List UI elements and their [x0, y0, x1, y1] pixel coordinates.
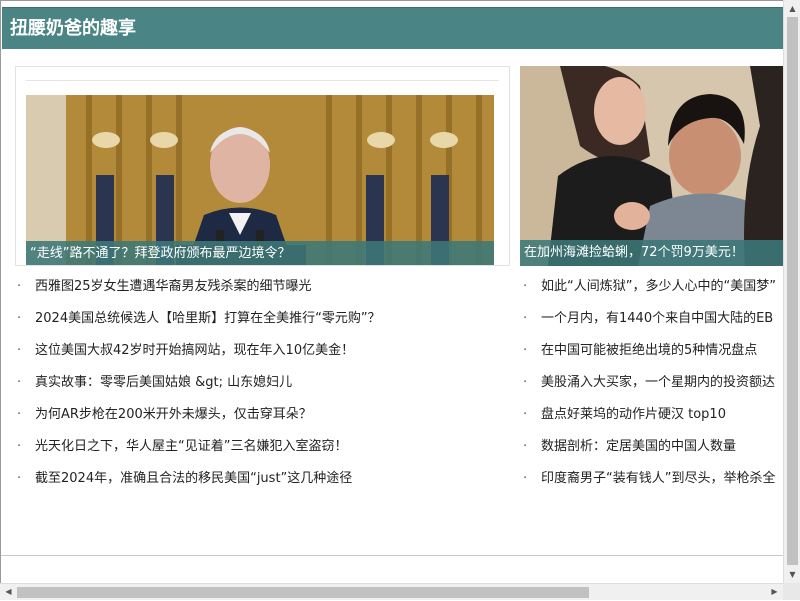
page-frame: 扭腰奶爸的趣享 “走线”路不通了？拜登政府颁布最严边境令？ 在加州海滩捡蛤蜊，7…	[0, 0, 783, 583]
bullet-icon: ·	[17, 343, 22, 358]
list-item[interactable]: · 截至2024年，准确且合法的移民美国“just”这几种途径	[17, 463, 507, 495]
scrollbar-corner	[783, 583, 800, 600]
bullet-icon: ·	[523, 471, 528, 486]
list-item[interactable]: · 为何AR步枪在200米开外未爆头，仅击穿耳朵？	[17, 399, 507, 431]
vertical-scrollbar[interactable]: ▲ ▼	[783, 0, 800, 583]
list-item[interactable]: · 光天化日之下，华人屋主“见证着”三名嫌犯入室盗窃！	[17, 431, 507, 463]
scroll-left-icon[interactable]: ◀	[0, 584, 17, 601]
news-link[interactable]: 光天化日之下，华人屋主“见证着”三名嫌犯入室盗窃！	[35, 439, 347, 454]
featured-photo-podium[interactable]: “走线”路不通了？拜登政府颁布最严边境令？	[26, 95, 494, 265]
list-item[interactable]: · 在中国可能被拒绝出境的5种情况盘点	[523, 335, 783, 367]
news-link[interactable]: 在中国可能被拒绝出境的5种情况盘点	[541, 343, 757, 358]
bullet-icon: ·	[17, 471, 22, 486]
list-item[interactable]: · 这位美国大叔42岁时开始搞网站，现在年入10亿美金！	[17, 335, 507, 367]
news-link[interactable]: 印度裔男子“装有钱人”到尽头，举枪杀全	[541, 471, 775, 486]
news-link[interactable]: 这位美国大叔42岁时开始搞网站，现在年入10亿美金！	[35, 343, 354, 358]
page-title: 扭腰奶爸的趣享	[2, 7, 783, 49]
bullet-icon: ·	[523, 343, 528, 358]
list-item[interactable]: · 数据剖析：定居美国的中国人数量	[523, 431, 783, 463]
bullet-icon: ·	[523, 375, 528, 390]
divider	[1, 555, 783, 556]
news-link[interactable]: 真实故事：零零后美国姑娘 &gt; 山东媳妇儿	[35, 375, 292, 390]
featured-caption[interactable]: “走线”路不通了？拜登政府颁布最严边境令？	[26, 241, 494, 265]
news-link[interactable]: 西雅图25岁女生遭遇华裔男友残杀案的细节曝光	[35, 279, 312, 294]
bullet-icon: ·	[17, 279, 22, 294]
news-link[interactable]: 一个月内，有1440个来自中国大陆的EB	[541, 311, 773, 326]
list-item[interactable]: · 美股涌入大买家，一个星期内的投资额达	[523, 367, 783, 399]
news-link[interactable]: 如此“人间炼狱”，多少人心中的“美国梦”	[541, 279, 776, 294]
news-link[interactable]: 美股涌入大买家，一个星期内的投资额达	[541, 375, 775, 390]
scrollbar-thumb[interactable]	[17, 587, 589, 598]
scroll-up-icon[interactable]: ▲	[784, 0, 800, 17]
list-item[interactable]: · 一个月内，有1440个来自中国大陆的EB	[523, 303, 783, 335]
featured-card-right[interactable]: 在加州海滩捡蛤蜊，72个罚9万美元！	[520, 66, 783, 266]
news-link[interactable]: 截至2024年，准确且合法的移民美国“just”这几种途径	[35, 471, 352, 486]
list-item[interactable]: · 西雅图25岁女生遭遇华裔男友残杀案的细节曝光	[17, 271, 507, 303]
bullet-icon: ·	[17, 439, 22, 454]
list-item[interactable]: · 印度裔男子“装有钱人”到尽头，举枪杀全	[523, 463, 783, 495]
list-item[interactable]: · 真实故事：零零后美国姑娘 &gt; 山东媳妇儿	[17, 367, 507, 399]
featured-card-left[interactable]: “走线”路不通了？拜登政府颁布最严边境令？	[15, 66, 510, 266]
bullet-icon: ·	[17, 375, 22, 390]
scroll-right-icon[interactable]: ▶	[766, 584, 783, 601]
bullet-icon: ·	[17, 407, 22, 422]
news-list-left: · 西雅图25岁女生遭遇华裔男友残杀案的细节曝光 · 2024美国总统候选人【哈里斯…	[17, 271, 507, 495]
news-link[interactable]: 为何AR步枪在200米开外未爆头，仅击穿耳朵？	[35, 407, 312, 422]
bullet-icon: ·	[523, 311, 528, 326]
scroll-down-icon[interactable]: ▼	[784, 566, 800, 583]
bullet-icon: ·	[523, 407, 528, 422]
scrollbar-thumb[interactable]	[787, 17, 798, 565]
featured-caption[interactable]: 在加州海滩捡蛤蜊，72个罚9万美元！	[520, 240, 783, 266]
list-item[interactable]: · 2024美国总统候选人【哈里斯】打算在全美推行“零元购”？	[17, 303, 507, 335]
news-link[interactable]: 2024美国总统候选人【哈里斯】打算在全美推行“零元购”？	[35, 311, 381, 326]
bullet-icon: ·	[523, 439, 528, 454]
horizontal-scrollbar[interactable]: ◀ ▶	[0, 583, 783, 600]
news-list-right: · 如此“人间炼狱”，多少人心中的“美国梦” · 一个月内，有1440个来自中国大陆…	[523, 271, 783, 495]
divider	[26, 80, 499, 81]
news-link[interactable]: 数据剖析：定居美国的中国人数量	[541, 439, 736, 454]
news-link[interactable]: 盘点好莱坞的动作片硬汉 top10	[541, 407, 726, 422]
list-item[interactable]: · 盘点好莱坞的动作片硬汉 top10	[523, 399, 783, 431]
featured-photo-beach[interactable]: 在加州海滩捡蛤蜊，72个罚9万美元！	[520, 66, 783, 266]
bullet-icon: ·	[17, 311, 22, 326]
bullet-icon: ·	[523, 279, 528, 294]
list-item[interactable]: · 如此“人间炼狱”，多少人心中的“美国梦”	[523, 271, 783, 303]
